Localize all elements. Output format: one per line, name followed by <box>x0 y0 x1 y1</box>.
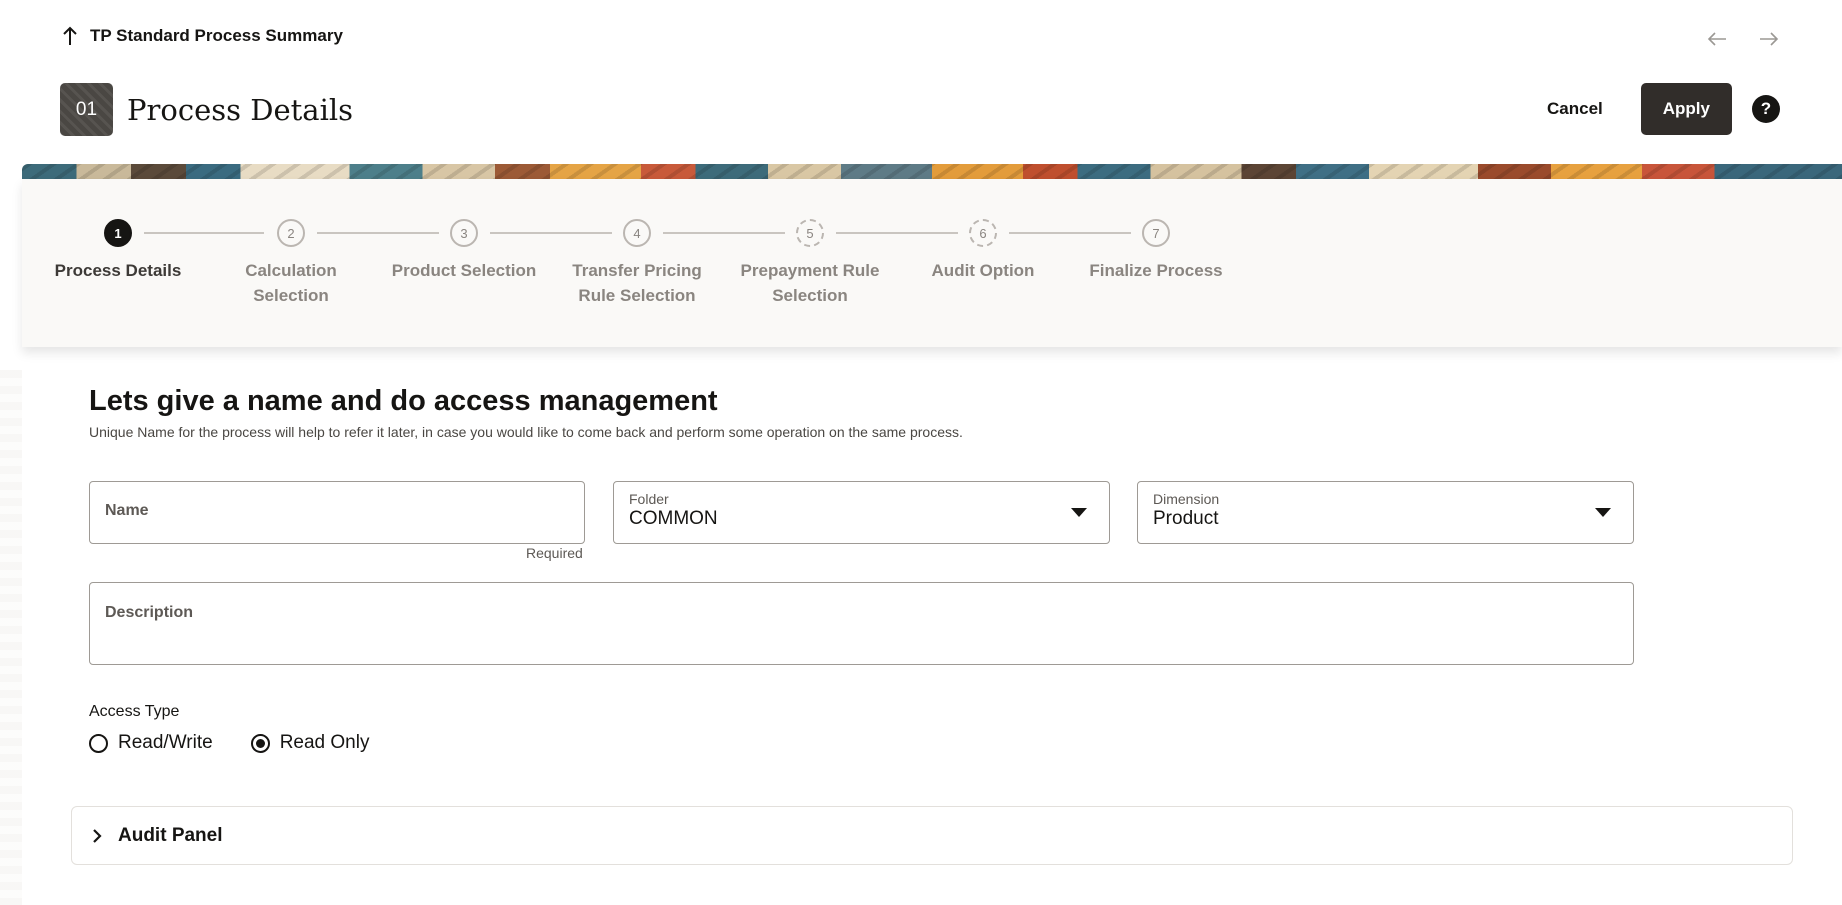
dimension-value: Product <box>1153 508 1219 529</box>
cancel-button[interactable]: Cancel <box>1529 83 1621 135</box>
section-subtitle: Unique Name for the process will help to… <box>89 424 963 440</box>
radio-indicator <box>89 733 108 753</box>
radio-label: Read Only <box>279 732 370 753</box>
step-label-line: Finalize Process <box>1089 261 1223 280</box>
process-train: 1 Process Details 2 Calculation Selectio… <box>22 179 1842 347</box>
apply-button[interactable]: Apply <box>1640 83 1732 135</box>
step-label: Audit Option <box>908 258 1058 283</box>
back-to-summary-link[interactable]: TP Standard Process Summary <box>62 26 343 46</box>
header-actions: Cancel Apply ? <box>1529 83 1780 135</box>
dimension-select[interactable]: Dimension Product <box>1137 481 1634 544</box>
step-label: Process Details <box>43 258 193 283</box>
folder-value: COMMON <box>629 508 718 529</box>
audit-panel-label: Audit Panel <box>118 824 223 846</box>
access-type-radio-group: Read/Write Read Only <box>89 732 369 754</box>
section-title: Lets give a name and do access managemen… <box>89 385 718 417</box>
step-label: Calculation Selection <box>216 258 366 308</box>
step-label-line: Rule Selection <box>578 286 696 305</box>
step-indicator: 7 <box>1142 219 1170 247</box>
step-indicator: 3 <box>450 219 478 247</box>
step-transfer-pricing-rule-selection[interactable]: 4 Transfer Pricing Rule Selection <box>562 219 712 308</box>
access-type-label: Access Type <box>89 703 180 720</box>
step-label: Finalize Process <box>1081 258 1231 283</box>
dimension-label: Dimension <box>1153 491 1220 507</box>
radio-read-write[interactable]: Read/Write <box>89 732 213 754</box>
description-field-label: Description <box>105 604 194 621</box>
description-field[interactable]: Description <box>89 582 1634 665</box>
folder-label: Folder <box>629 491 669 507</box>
step-indicator: 4 <box>623 219 651 247</box>
arrow-left-icon[interactable] <box>1706 30 1728 48</box>
step-label: Product Selection <box>389 258 539 283</box>
step-label-line: Process Details <box>54 261 182 280</box>
arrow-up-icon <box>63 26 77 45</box>
page: TP Standard Process Summary 01 Process D… <box>0 0 1842 905</box>
step-indicator: 1 <box>104 219 132 247</box>
step-prepayment-rule-selection[interactable]: 5 Prepayment Rule Selection <box>735 219 885 308</box>
audit-panel-header[interactable]: Audit Panel <box>71 806 1793 865</box>
folder-select[interactable]: Folder COMMON <box>613 481 1110 544</box>
radio-indicator <box>250 733 270 753</box>
caret-down-icon <box>1595 508 1611 517</box>
step-indicator: 5 <box>796 219 824 247</box>
step-label-line: Selection <box>772 286 848 305</box>
step-label-line: Product Selection <box>391 261 537 280</box>
name-field-label: Name <box>105 502 149 519</box>
left-edge-decoration <box>0 370 22 905</box>
step-badge-text: 01 <box>75 98 98 120</box>
step-finalize-process[interactable]: 7 Finalize Process <box>1081 219 1231 283</box>
step-label-line: Transfer Pricing <box>572 261 702 280</box>
caret-down-icon <box>1071 508 1087 517</box>
step-badge: 01 <box>60 83 113 136</box>
breadcrumb-label: TP Standard Process Summary <box>90 26 343 45</box>
record-navigation <box>1706 30 1780 48</box>
arrow-right-icon[interactable] <box>1758 30 1780 48</box>
step-indicator: 2 <box>277 219 305 247</box>
radio-label: Read/Write <box>118 732 213 753</box>
step-label-line: Selection <box>253 286 329 305</box>
step-process-details[interactable]: 1 Process Details <box>43 219 193 283</box>
step-label-line: Calculation <box>245 261 337 280</box>
page-title: Process Details <box>127 92 354 127</box>
radio-read-only[interactable]: Read Only <box>250 732 370 754</box>
chevron-right-icon <box>93 828 102 843</box>
step-calculation-selection[interactable]: 2 Calculation Selection <box>216 219 366 308</box>
step-label-line: Prepayment Rule <box>740 261 880 280</box>
step-audit-option[interactable]: 6 Audit Option <box>908 219 1058 283</box>
name-field[interactable]: Name <box>89 481 585 544</box>
step-label-line: Audit Option <box>931 261 1035 280</box>
help-icon[interactable]: ? <box>1752 95 1780 123</box>
step-indicator: 6 <box>969 219 997 247</box>
step-label: Transfer Pricing Rule Selection <box>562 258 712 308</box>
decorative-banner <box>22 164 1842 179</box>
step-label: Prepayment Rule Selection <box>735 258 885 308</box>
page-header: 01 Process Details <box>60 83 353 136</box>
name-required-helper: Required <box>526 545 583 561</box>
step-product-selection[interactable]: 3 Product Selection <box>389 219 539 283</box>
